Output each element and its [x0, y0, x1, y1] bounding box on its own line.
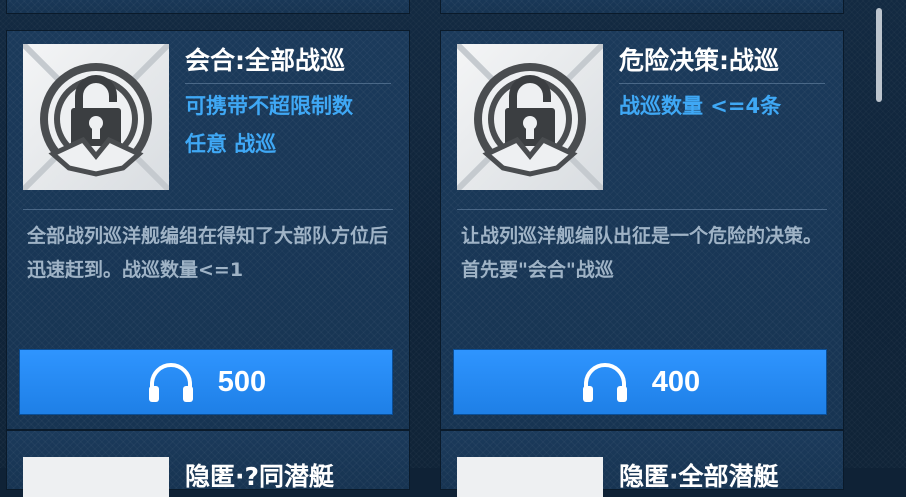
card-partial-bottom-left[interactable]: 隐匿·?同潜艇: [6, 430, 410, 497]
card-description: 全部战列巡洋舰编组在得知了大部队方位后迅速赶到。战巡数量<=1: [27, 225, 389, 281]
card-thumbnail: [457, 44, 603, 190]
scrollbar-thumb[interactable]: [876, 8, 882, 102]
card-tag: 任意 战巡: [185, 132, 277, 156]
headphones-icon: [580, 360, 630, 404]
headphones-icon: [146, 360, 196, 404]
card-description: 让战列巡洋舰编队出征是一个危险的决策。首先要"会合"战巡: [461, 225, 823, 281]
card-thumbnail: [457, 457, 603, 497]
lock-icon: [457, 44, 603, 190]
card-tag: 可携带不超限制数: [185, 94, 353, 118]
card-partial-top-right: [440, 0, 844, 14]
lock-icon: [23, 44, 169, 190]
card-title: 隐匿·?同潜艇: [185, 462, 334, 491]
card-partial-top-left: [6, 0, 410, 14]
card-title: 会合:全部战巡: [185, 45, 391, 84]
price-label: 500: [217, 365, 267, 398]
card-divider: [457, 209, 827, 210]
card-thumbnail: [23, 44, 169, 190]
card-tag: 战巡数量 <=4条: [619, 94, 782, 118]
card-title: 隐匿·全部潜艇: [619, 462, 779, 491]
card-thumbnail: [23, 457, 169, 497]
card-partial-bottom-right[interactable]: 隐匿·全部潜艇: [440, 430, 844, 497]
strategy-card[interactable]: 危险决策:战巡 战巡数量 <=4条 让战列巡洋舰编队出征是一个危险的决策。首先要…: [440, 30, 844, 430]
strategy-card[interactable]: 会合:全部战巡 可携带不超限制数 任意 战巡 全部战列巡洋舰编组在得知了大部队方…: [6, 30, 410, 430]
price-label: 400: [651, 365, 701, 398]
card-divider: [23, 209, 393, 210]
card-title: 危险决策:战巡: [619, 45, 825, 84]
buy-button[interactable]: 500: [19, 349, 393, 415]
buy-button[interactable]: 400: [453, 349, 827, 415]
